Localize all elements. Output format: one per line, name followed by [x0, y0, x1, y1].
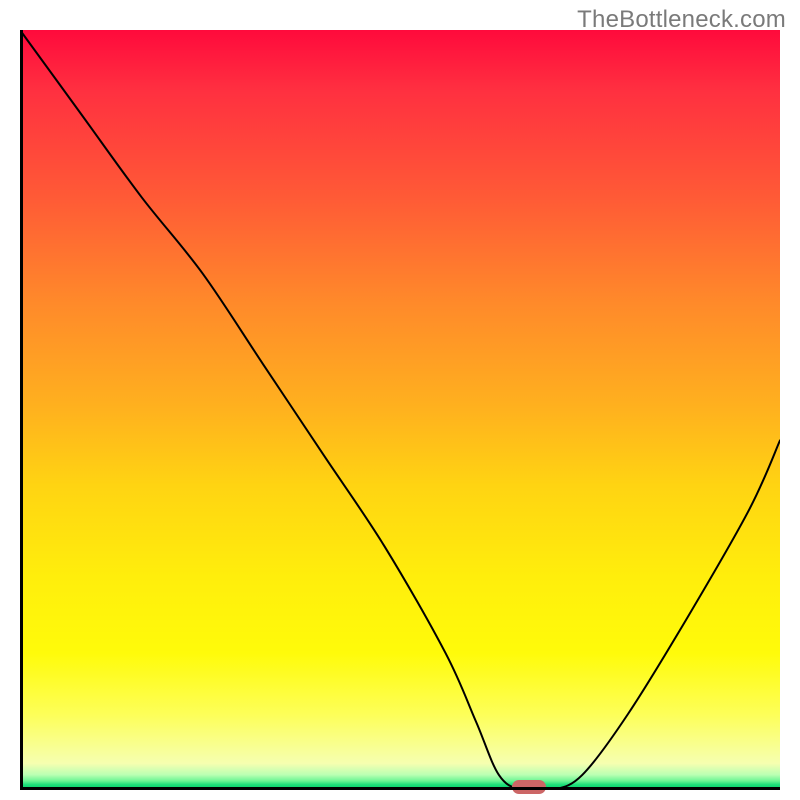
heat-gradient	[20, 30, 780, 790]
watermark-label: TheBottleneck.com	[577, 6, 786, 34]
plot-area	[20, 30, 780, 790]
chart-container: TheBottleneck.com	[0, 0, 800, 800]
